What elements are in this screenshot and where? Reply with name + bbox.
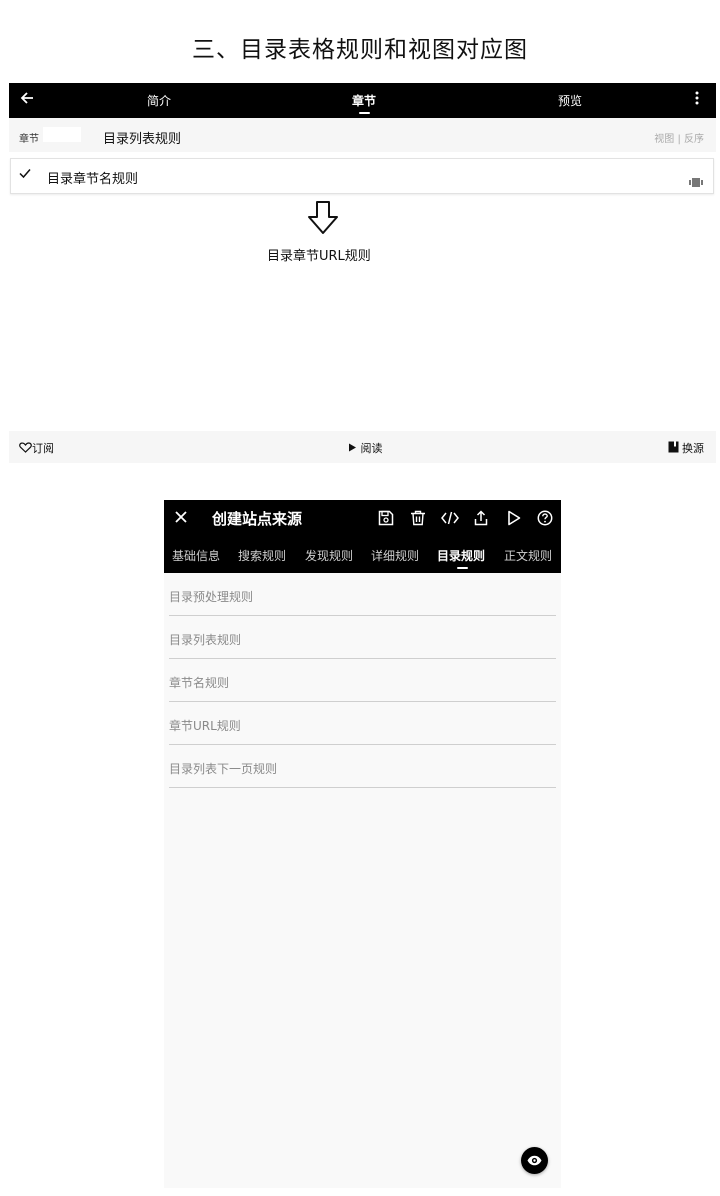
toc-preprocess-rule-field[interactable]: 目录预处理规则 [169, 575, 556, 616]
field-label: 目录列表下一页规则 [169, 762, 278, 776]
checkmark-icon [19, 167, 31, 183]
field-label: 章节名规则 [169, 676, 230, 690]
switch-source-label: 换源 [682, 442, 704, 455]
close-icon[interactable] [175, 507, 187, 529]
section-label: 章节 [19, 134, 39, 145]
toc-next-page-rule-field[interactable]: 目录列表下一页规则 [169, 747, 556, 788]
tab-content-rules[interactable]: 正文规则 [504, 547, 552, 564]
active-tab-indicator [359, 112, 370, 114]
heart-icon [19, 442, 32, 455]
create-source-panel: 创建站点来源 基础信息 搜索规则 发现规则 详细规则 目录规则 正文规则 目录预… [164, 500, 561, 1188]
chapter-item-title: 目录章节名规则 [47, 172, 139, 187]
toolbar-title: 创建站点来源 [212, 510, 303, 528]
play-icon [348, 442, 357, 455]
help-icon[interactable] [537, 508, 553, 528]
tab-preview[interactable]: 预览 [558, 92, 582, 109]
toc-list-rule-field[interactable]: 目录列表规则 [169, 618, 556, 659]
tab-discover-rules[interactable]: 发现规则 [305, 547, 353, 564]
tab-search-rules[interactable]: 搜索规则 [238, 547, 286, 564]
save-icon[interactable] [378, 508, 394, 528]
field-label: 章节URL规则 [169, 719, 241, 733]
read-button[interactable]: 阅读 [348, 440, 383, 456]
chapter-toolbar: 简介 章节 预览 [9, 83, 716, 118]
preview-fab[interactable] [521, 1147, 548, 1174]
tab-basic-info[interactable]: 基础信息 [172, 547, 220, 564]
tab-intro[interactable]: 简介 [147, 92, 171, 109]
tab-chapters[interactable]: 章节 [352, 92, 376, 109]
subscribe-button[interactable]: 订阅 [19, 440, 54, 456]
subscribe-label: 订阅 [32, 442, 54, 455]
chapter-url-rule-field[interactable]: 章节URL规则 [169, 704, 556, 745]
source-editor-toolbar: 创建站点来源 基础信息 搜索规则 发现规则 详细规则 目录规则 正文规则 [164, 500, 561, 573]
section-field [43, 127, 81, 142]
switch-source-button[interactable]: 换源 [668, 440, 704, 456]
field-label: 目录预处理规则 [169, 590, 254, 604]
field-label: 目录列表规则 [169, 633, 242, 647]
book-icon [668, 441, 679, 455]
delete-icon[interactable] [410, 508, 426, 528]
down-arrow-icon [306, 200, 340, 236]
page-title: 三、目录表格规则和视图对应图 [192, 37, 528, 63]
more-vert-icon[interactable] [695, 91, 699, 109]
tab-toc-rules[interactable]: 目录规则 [437, 547, 485, 564]
back-arrow-icon[interactable] [20, 90, 34, 110]
section-title: 目录列表规则 [103, 132, 182, 147]
active-tab-indicator [457, 567, 468, 569]
chapter-name-rule-field[interactable]: 章节名规则 [169, 661, 556, 702]
tab-detail-rules[interactable]: 详细规则 [371, 547, 419, 564]
share-icon[interactable] [474, 508, 488, 528]
section-header-row: 章节 目录列表规则 视图 | 反序 [9, 118, 716, 152]
play-icon[interactable] [507, 508, 521, 528]
chapter-item[interactable]: 目录章节名规则 [10, 158, 714, 194]
read-label: 阅读 [360, 442, 383, 455]
chapter-bottom-bar: 订阅 阅读 换源 [9, 431, 716, 463]
view-sort-toggle[interactable]: 视图 | 反序 [654, 130, 704, 145]
scroll-indicator-icon[interactable] [689, 172, 703, 187]
chapter-view-panel: 简介 章节 预览 章节 目录列表规则 视图 | 反序 目录章节名规则 目录章节U… [9, 83, 716, 463]
code-icon[interactable] [441, 508, 459, 528]
arrow-label: 目录章节URL规则 [267, 249, 371, 264]
